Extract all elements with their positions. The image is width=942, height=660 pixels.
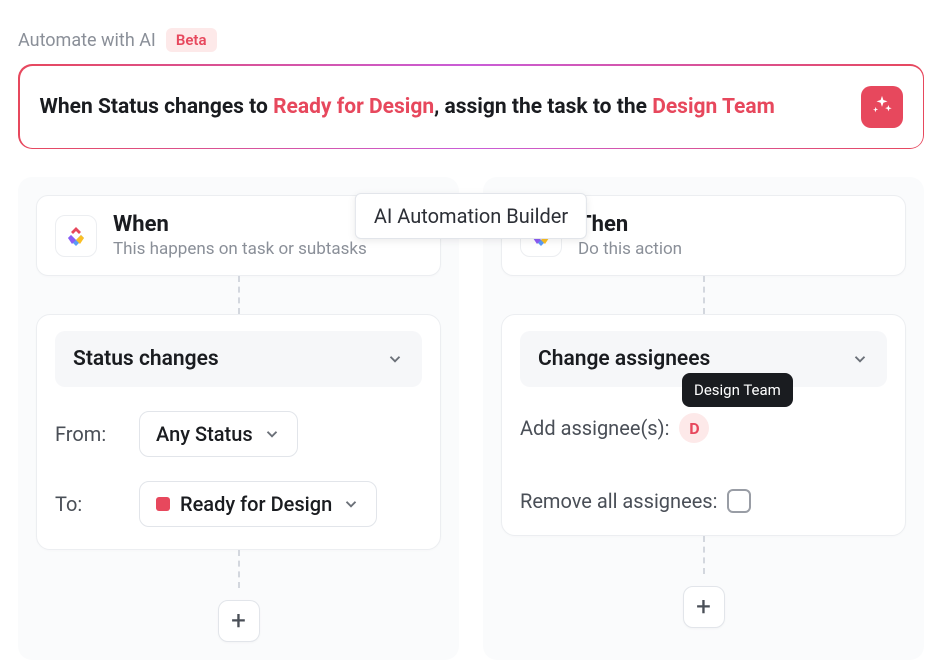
to-row: To: Ready for Design [55, 481, 422, 527]
prompt-prefix: When Status changes to [40, 95, 274, 119]
action-label: Change assignees [538, 347, 710, 371]
when-title: When [113, 212, 367, 237]
assignee-tooltip: Design Team [682, 373, 793, 407]
ai-builder-tooltip: AI Automation Builder [355, 193, 587, 239]
automation-columns: AI Automation Builder When This happens … [18, 177, 924, 660]
ai-prompt-text: When Status changes to Ready for Design,… [40, 95, 775, 119]
chevron-down-icon [263, 425, 281, 443]
chevron-down-icon [386, 350, 404, 368]
add-assignees-label: Add assignee(s): [520, 416, 669, 440]
connector-line [501, 276, 906, 314]
chevron-down-icon [851, 350, 869, 368]
add-action-button[interactable]: + [683, 586, 725, 628]
then-subtitle: Do this action [578, 239, 682, 259]
then-action-block: Change assignees Design Team Add assigne… [501, 314, 906, 536]
from-label: From: [55, 422, 121, 446]
to-status-select[interactable]: Ready for Design [139, 481, 377, 527]
ai-prompt-bar[interactable]: When Status changes to Ready for Design,… [18, 64, 924, 149]
beta-badge: Beta [166, 28, 217, 52]
when-subtitle: This happens on task or subtasks [113, 239, 367, 259]
from-row: From: Any Status [55, 411, 422, 457]
then-column: Then Do this action Change assignees Des… [483, 177, 924, 660]
connector-line [36, 276, 441, 314]
trigger-label: Status changes [73, 347, 219, 371]
sparkle-icon [871, 94, 893, 120]
connector-line [501, 536, 906, 574]
status-color-dot [156, 497, 170, 511]
prompt-mid: , assign the task to the [434, 95, 652, 119]
ai-generate-button[interactable] [861, 86, 903, 128]
when-column: When This happens on task or subtasks St… [18, 177, 459, 660]
to-value: Ready for Design [180, 492, 332, 516]
from-status-select[interactable]: Any Status [139, 411, 298, 457]
connector-line [36, 550, 441, 588]
chevron-down-icon [342, 495, 360, 513]
when-trigger-block: Status changes From: Any Status To: [36, 314, 441, 550]
assignee-chip[interactable]: D [679, 413, 709, 443]
to-label: To: [55, 492, 121, 516]
trigger-select[interactable]: Status changes [55, 331, 422, 387]
prompt-highlight-status: Ready for Design [273, 95, 434, 119]
header: Automate with AI Beta [18, 28, 924, 52]
remove-assignees-label: Remove all assignees: [520, 489, 717, 513]
from-value: Any Status [156, 422, 253, 446]
then-title: Then [578, 212, 682, 237]
remove-assignees-checkbox[interactable] [727, 489, 751, 513]
remove-assignees-row: Remove all assignees: [520, 489, 887, 513]
add-trigger-button[interactable]: + [218, 600, 260, 642]
add-assignees-row: Design Team Add assignee(s): D [520, 413, 887, 443]
prompt-highlight-team: Design Team [652, 95, 775, 119]
header-title: Automate with AI [18, 30, 156, 51]
app-logo-icon [55, 215, 97, 257]
